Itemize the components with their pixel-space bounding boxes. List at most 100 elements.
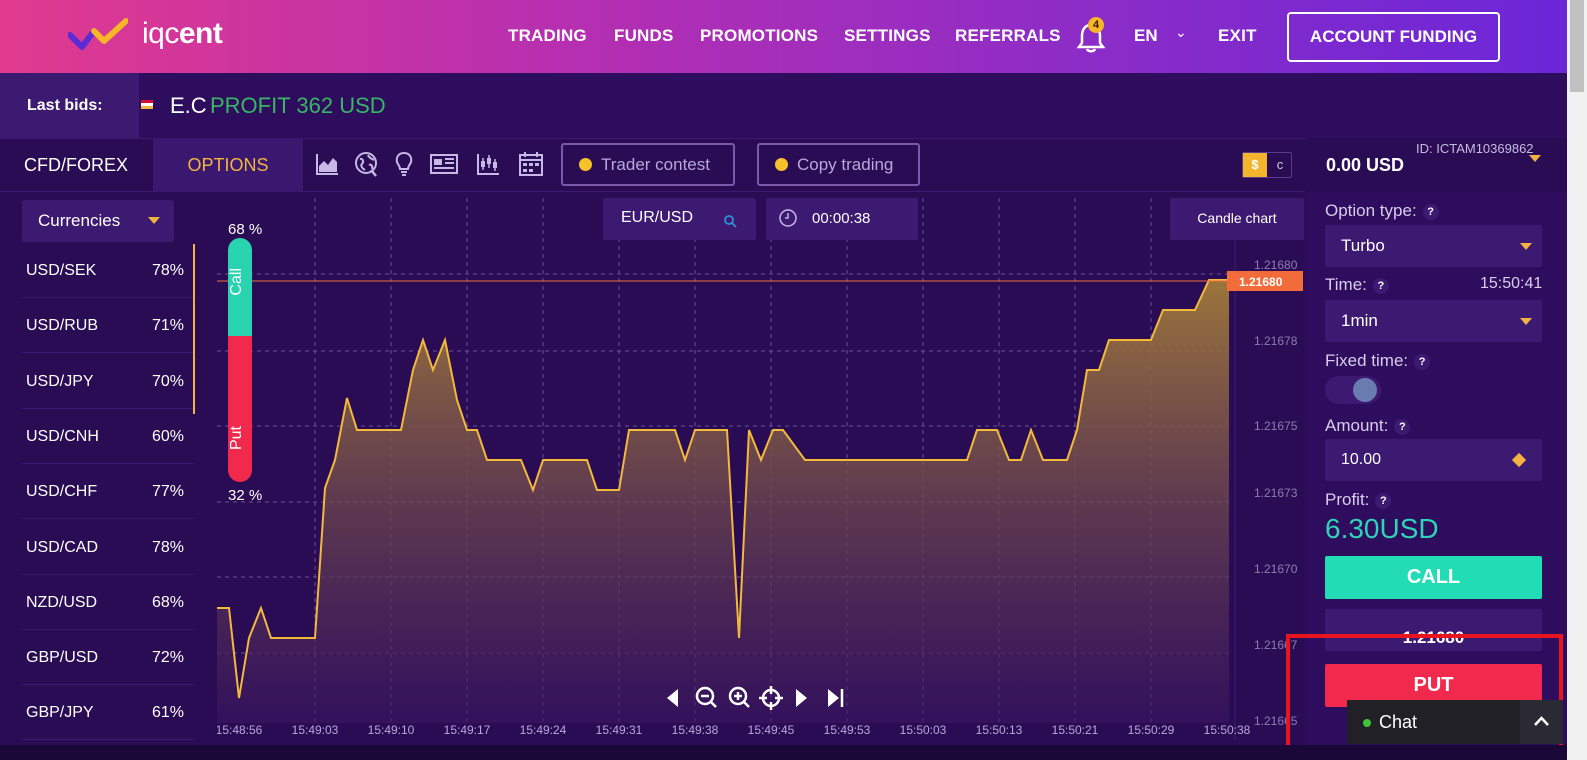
bid-profit: PROFIT 362 USD bbox=[210, 93, 386, 118]
currency-pair-row[interactable]: USD/CAD 78% bbox=[22, 520, 194, 575]
amount-input[interactable]: 10.00 bbox=[1325, 439, 1542, 481]
currency-pair-name: GBP/JPY bbox=[26, 704, 94, 722]
help-icon[interactable]: ? bbox=[1372, 277, 1389, 294]
x-tick-label: 15:49:45 bbox=[748, 723, 795, 737]
put-sentiment-bar: Put bbox=[228, 336, 252, 482]
currency-pair-name: NZD/USD bbox=[26, 593, 98, 611]
page-scrollbar-thumb[interactable] bbox=[1570, 0, 1584, 92]
account-balance[interactable]: 0.00 USD bbox=[1326, 155, 1404, 176]
x-tick-label: 15:49:53 bbox=[824, 723, 871, 737]
chat-widget[interactable]: Chat bbox=[1347, 700, 1520, 744]
chevron-down-icon[interactable]: ⌄ bbox=[1175, 24, 1187, 41]
fixed-time-toggle[interactable] bbox=[1325, 376, 1381, 404]
zoom-in-icon[interactable] bbox=[728, 686, 750, 708]
notification-badge: 4 bbox=[1088, 17, 1104, 33]
clock-icon bbox=[779, 209, 797, 227]
currency-toggle[interactable]: $ c bbox=[1242, 152, 1292, 178]
news-icon[interactable] bbox=[429, 150, 459, 178]
search-icon[interactable] bbox=[723, 214, 737, 228]
y-tick-label: 1.21670 bbox=[1254, 562, 1298, 576]
candle-chart-button[interactable]: Candle chart bbox=[1170, 198, 1304, 240]
scroll-left-icon[interactable] bbox=[667, 689, 678, 707]
y-tick-label: 1.21680 bbox=[1254, 258, 1298, 272]
tab-cfd-forex[interactable]: CFD/FOREX bbox=[0, 138, 152, 192]
fixed-time-label: Fixed time:? bbox=[1325, 351, 1431, 371]
online-status-dot bbox=[1363, 719, 1371, 727]
list-scrollbar[interactable] bbox=[193, 244, 195, 414]
currency-pair-payout: 71% bbox=[151, 317, 184, 335]
logo[interactable]: iqcent bbox=[68, 14, 223, 54]
currency-pair-row[interactable]: USD/CNH 60% bbox=[22, 409, 194, 464]
currency-dollar[interactable]: $ bbox=[1243, 153, 1267, 177]
currency-pair-row[interactable]: GBP/JPY 61% bbox=[22, 685, 194, 741]
candles-icon[interactable] bbox=[475, 150, 501, 178]
exit-link[interactable]: EXIT bbox=[1218, 26, 1257, 46]
scroll-right-icon[interactable] bbox=[796, 689, 807, 707]
crosshair-icon[interactable] bbox=[759, 686, 783, 710]
caret-down-icon bbox=[1520, 318, 1532, 325]
option-type-select[interactable]: Turbo bbox=[1325, 225, 1542, 267]
call-percentage: 68 % bbox=[228, 221, 263, 238]
nav-promotions[interactable]: PROMOTIONS bbox=[700, 26, 818, 46]
option-type-label: Option type:? bbox=[1325, 201, 1439, 221]
calendar-icon[interactable] bbox=[518, 150, 544, 178]
x-tick-label: 15:50:13 bbox=[976, 723, 1023, 737]
price-chart[interactable]: 1.21678 1.21675 1.21673 1.21670 1.21667 1.216… bbox=[217, 198, 1305, 740]
currencies-dropdown[interactable]: Currencies bbox=[22, 200, 174, 242]
timer-value: 00:00:38 bbox=[812, 210, 871, 227]
nav-trading[interactable]: TRADING bbox=[508, 26, 587, 46]
currency-pair-name: USD/RUB bbox=[26, 317, 99, 335]
nav-settings[interactable]: SETTINGS bbox=[844, 26, 931, 46]
tab-options[interactable]: OPTIONS bbox=[153, 138, 303, 192]
zoom-out-icon[interactable] bbox=[695, 686, 717, 708]
x-tick-label: 15:50:03 bbox=[900, 723, 947, 737]
symbol-search[interactable]: EUR/USD bbox=[603, 198, 756, 240]
x-tick-label: 15:50:38 bbox=[1204, 723, 1251, 737]
server-time: 15:50:41 bbox=[1480, 275, 1543, 292]
globe-icon[interactable] bbox=[353, 150, 379, 178]
bottom-strip bbox=[0, 745, 1567, 760]
caret-down-icon bbox=[148, 217, 160, 224]
y-tick-label: 1.21673 bbox=[1254, 486, 1298, 500]
currency-pair-name: USD/SEK bbox=[26, 262, 97, 279]
nav-referrals[interactable]: REFERRALS bbox=[955, 26, 1061, 46]
x-tick-label: 15:49:24 bbox=[520, 723, 567, 737]
currency-pair-row[interactable]: USD/RUB 71% bbox=[22, 298, 194, 354]
help-icon[interactable]: ? bbox=[1375, 492, 1392, 509]
chart-canvas[interactable]: 1.216781.216751.216731.216701.216671.216… bbox=[217, 198, 1305, 740]
help-icon[interactable]: ? bbox=[1422, 203, 1439, 220]
current-price-badge-text: 1.21680 bbox=[1239, 275, 1283, 289]
top-header: iqcent TRADING FUNDS PROMOTIONS SETTINGS… bbox=[0, 0, 1587, 73]
currency-pair-payout: 78% bbox=[151, 262, 184, 279]
currency-cent[interactable]: c bbox=[1268, 153, 1292, 177]
help-icon[interactable]: ? bbox=[1394, 418, 1411, 435]
currency-pair-name: GBP/USD bbox=[26, 649, 99, 667]
currency-pair-row[interactable]: GBP/USD 72% bbox=[22, 630, 194, 686]
y-tick-label: 1.21678 bbox=[1254, 334, 1298, 348]
currency-pair-row[interactable]: USD/JPY 70% bbox=[22, 354, 194, 409]
account-funding-button[interactable]: ACCOUNT FUNDING bbox=[1287, 12, 1500, 62]
call-button[interactable]: CALL bbox=[1325, 556, 1542, 599]
area-chart-icon[interactable] bbox=[314, 150, 340, 178]
x-tick-label: 15:49:31 bbox=[596, 723, 643, 737]
duration-select[interactable]: 1min bbox=[1325, 300, 1542, 342]
lightbulb-icon[interactable] bbox=[391, 150, 417, 178]
bid-trader-name: E.C bbox=[170, 93, 207, 118]
chat-expand-button[interactable] bbox=[1520, 700, 1563, 744]
symbol-label: EUR/USD bbox=[621, 209, 694, 226]
page-scrollbar[interactable] bbox=[1567, 0, 1587, 760]
go-to-end-icon[interactable] bbox=[828, 689, 844, 707]
currency-pair-row[interactable]: USD/CHF 77% bbox=[22, 464, 194, 520]
copy-trading-button[interactable]: Copy trading bbox=[757, 143, 920, 186]
x-tick-label: 15:48:56 bbox=[217, 723, 263, 737]
nav-funds[interactable]: FUNDS bbox=[614, 26, 674, 46]
currency-pair-row[interactable]: USD/SEK 78% bbox=[22, 243, 194, 298]
currency-pair-row[interactable]: NZD/USD 68% bbox=[22, 575, 194, 630]
logo-text: iqcent bbox=[142, 17, 223, 50]
trader-contest-button[interactable]: Trader contest bbox=[561, 143, 735, 186]
currency-pair-name: USD/JPY bbox=[26, 372, 94, 390]
caret-down-icon[interactable] bbox=[1529, 155, 1541, 162]
currency-pair-payout: 61% bbox=[151, 704, 184, 722]
help-icon[interactable]: ? bbox=[1414, 353, 1431, 370]
language-selector[interactable]: EN bbox=[1134, 26, 1158, 46]
